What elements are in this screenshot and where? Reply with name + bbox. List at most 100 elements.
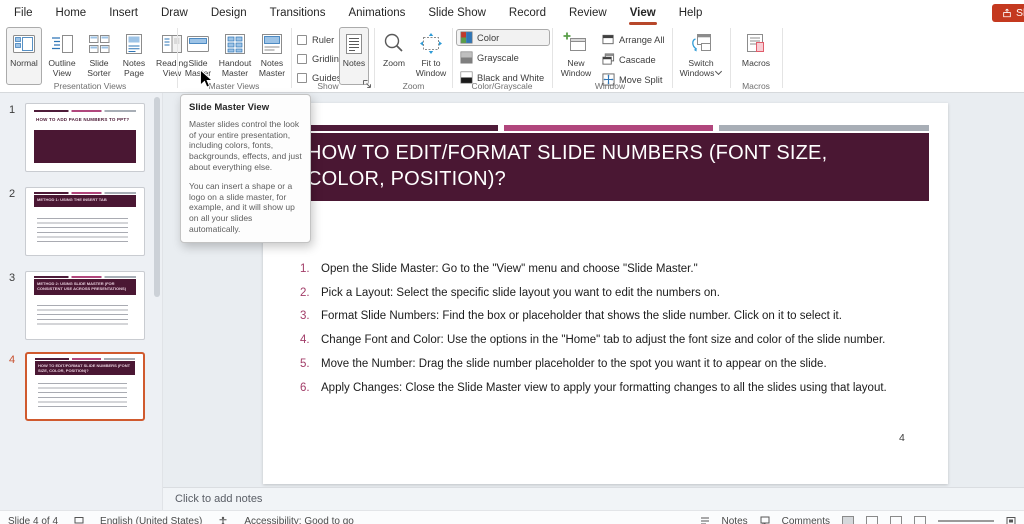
ruler-checkbox[interactable] bbox=[297, 35, 307, 45]
status-notes-toggle[interactable]: Notes bbox=[722, 516, 748, 524]
list-item-number: 2. bbox=[300, 287, 321, 300]
handout-master-button[interactable]: Handout Master bbox=[216, 27, 254, 85]
color-label: Color bbox=[477, 33, 499, 43]
outline-view-icon bbox=[49, 31, 75, 57]
tab-record[interactable]: Record bbox=[509, 7, 546, 19]
list-item-text: Open the Slide Master: Go to the "View" … bbox=[321, 263, 698, 276]
mouse-cursor-icon bbox=[199, 69, 213, 89]
group-label-macros: Macros bbox=[732, 81, 780, 91]
tab-transitions[interactable]: Transitions bbox=[270, 7, 326, 19]
slide-thumbnail-3[interactable]: METHOD 2: USING SLIDE MASTER (FOR CONSIS… bbox=[25, 271, 145, 340]
notes-toggle-icon bbox=[700, 516, 710, 524]
status-bar-left: Slide 4 of 4 English (United States) Acc… bbox=[8, 516, 354, 524]
group-label-window: Window bbox=[554, 81, 666, 91]
tooltip-body-2: You can insert a shape or a logo on a sl… bbox=[189, 181, 302, 234]
ribbon-divider bbox=[374, 28, 375, 88]
cascade-button[interactable]: Cascade bbox=[598, 51, 670, 68]
status-comments[interactable]: Comments bbox=[782, 516, 830, 524]
share-icon bbox=[1002, 8, 1012, 18]
tab-animations[interactable]: Animations bbox=[348, 7, 405, 19]
slide-thumbnail-2[interactable]: METHOD 1: USING THE INSERT TAB bbox=[25, 187, 145, 256]
cascade-label: Cascade bbox=[619, 55, 656, 65]
group-label-zoom: Zoom bbox=[377, 81, 450, 91]
group-label-master-views: Master Views bbox=[181, 81, 287, 91]
tab-help[interactable]: Help bbox=[679, 7, 703, 19]
notes-page-icon bbox=[121, 31, 147, 57]
slide-sorter-icon bbox=[86, 31, 112, 57]
ribbon-divider bbox=[291, 28, 292, 88]
thumbnail-scrollbar[interactable] bbox=[154, 97, 160, 297]
tab-review[interactable]: Review bbox=[569, 7, 607, 19]
tab-view[interactable]: View bbox=[630, 7, 656, 19]
tab-insert[interactable]: Insert bbox=[109, 7, 138, 19]
tab-file[interactable]: File bbox=[14, 7, 33, 19]
notes-button-label: Notes bbox=[343, 59, 365, 69]
slide-title-box[interactable]: HOW TO EDIT/FORMAT SLIDE NUMBERS (FONT S… bbox=[270, 133, 929, 201]
thumbnail-title: METHOD 2: USING SLIDE MASTER (FOR CONSIS… bbox=[34, 279, 136, 295]
fit-to-window-label: Fit to Window bbox=[412, 59, 450, 78]
tab-draw[interactable]: Draw bbox=[161, 7, 188, 19]
share-button[interactable]: Share bbox=[992, 4, 1024, 22]
zoom-icon bbox=[381, 31, 407, 57]
notes-page-button[interactable]: Notes Page bbox=[117, 27, 151, 85]
menu-bar: File Home Insert Draw Design Transitions… bbox=[0, 0, 1024, 25]
notes-master-icon bbox=[259, 31, 285, 57]
slide-sorter-button[interactable]: Slide Sorter bbox=[82, 27, 116, 85]
slide-thumbnail-panel: 1 HOW TO ADD PAGE NUMBERS TO PPT? 2 METH… bbox=[0, 93, 163, 510]
handout-master-label: Handout Master bbox=[217, 59, 253, 78]
status-slide-info: Slide 4 of 4 bbox=[8, 516, 58, 524]
status-slide-sorter-button[interactable] bbox=[866, 516, 878, 524]
ribbon-divider bbox=[177, 28, 178, 88]
outline-view-label: Outline View bbox=[44, 59, 80, 78]
slide-body-list[interactable]: 1.Open the Slide Master: Go to the "View… bbox=[300, 263, 930, 405]
switch-windows-button[interactable]: Switch Windows bbox=[677, 27, 725, 85]
arrange-all-icon bbox=[602, 33, 615, 46]
list-item-text: Apply Changes: Close the Slide Master vi… bbox=[321, 382, 887, 395]
status-normal-view-button[interactable] bbox=[842, 516, 854, 524]
notes-pane[interactable]: Click to add notes bbox=[163, 487, 1024, 510]
status-reading-view-button[interactable] bbox=[890, 516, 902, 524]
tab-design[interactable]: Design bbox=[211, 7, 247, 19]
thumbnail-number-1: 1 bbox=[9, 104, 15, 116]
list-item-text: Change Font and Color: Use the options i… bbox=[321, 334, 885, 347]
fit-to-window-button[interactable]: Fit to Window bbox=[411, 27, 451, 85]
notes-placeholder: Click to add notes bbox=[175, 493, 262, 505]
list-item: 6.Apply Changes: Close the Slide Master … bbox=[300, 382, 930, 395]
display-settings-icon bbox=[74, 516, 84, 524]
thumbnail-text-lines bbox=[37, 218, 128, 242]
tab-slide-show[interactable]: Slide Show bbox=[428, 7, 486, 19]
zoom-button[interactable]: Zoom bbox=[378, 27, 410, 85]
grayscale-button[interactable]: Grayscale bbox=[456, 49, 550, 66]
macros-button[interactable]: Macros bbox=[736, 27, 776, 85]
tab-home[interactable]: Home bbox=[56, 7, 87, 19]
gridlines-checkbox[interactable] bbox=[297, 54, 307, 64]
slide-master-icon bbox=[185, 31, 211, 57]
notes-master-button[interactable]: Notes Master bbox=[255, 27, 289, 85]
ribbon-divider bbox=[782, 28, 783, 88]
list-item-text: Pick a Layout: Select the specific slide… bbox=[321, 287, 720, 300]
handout-master-icon bbox=[222, 31, 248, 57]
normal-view-button[interactable]: Normal bbox=[6, 27, 42, 85]
slide-canvas[interactable]: HOW TO EDIT/FORMAT SLIDE NUMBERS (FONT S… bbox=[263, 103, 948, 484]
arrange-all-button[interactable]: Arrange All bbox=[598, 31, 670, 48]
slide-thumbnail-1[interactable]: HOW TO ADD PAGE NUMBERS TO PPT? bbox=[25, 103, 145, 172]
new-window-button[interactable]: New Window bbox=[556, 27, 596, 85]
status-slideshow-button[interactable] bbox=[914, 516, 926, 524]
status-bar-right: Notes Comments bbox=[700, 516, 1016, 524]
show-dialog-launcher-icon[interactable] bbox=[362, 79, 372, 89]
status-accessibility[interactable]: Accessibility: Good to go bbox=[244, 516, 354, 524]
slide-sorter-label: Slide Sorter bbox=[83, 59, 115, 78]
status-language[interactable]: English (United States) bbox=[100, 516, 202, 524]
list-item-number: 4. bbox=[300, 334, 321, 347]
color-button[interactable]: Color bbox=[456, 29, 550, 46]
list-item-number: 3. bbox=[300, 310, 321, 323]
slide-thumbnail-4-selected[interactable]: HOW TO EDIT/FORMAT SLIDE NUMBERS (FONT S… bbox=[25, 352, 145, 421]
list-item-text: Move the Number: Drag the slide number p… bbox=[321, 358, 827, 371]
notes-master-label: Notes Master bbox=[256, 59, 288, 78]
notes-button[interactable]: Notes bbox=[339, 27, 369, 85]
new-window-label: New Window bbox=[557, 59, 595, 78]
tooltip-title: Slide Master View bbox=[189, 102, 302, 113]
outline-view-button[interactable]: Outline View bbox=[43, 27, 81, 85]
color-icon bbox=[460, 31, 473, 44]
status-zoom-slider[interactable] bbox=[938, 520, 994, 522]
